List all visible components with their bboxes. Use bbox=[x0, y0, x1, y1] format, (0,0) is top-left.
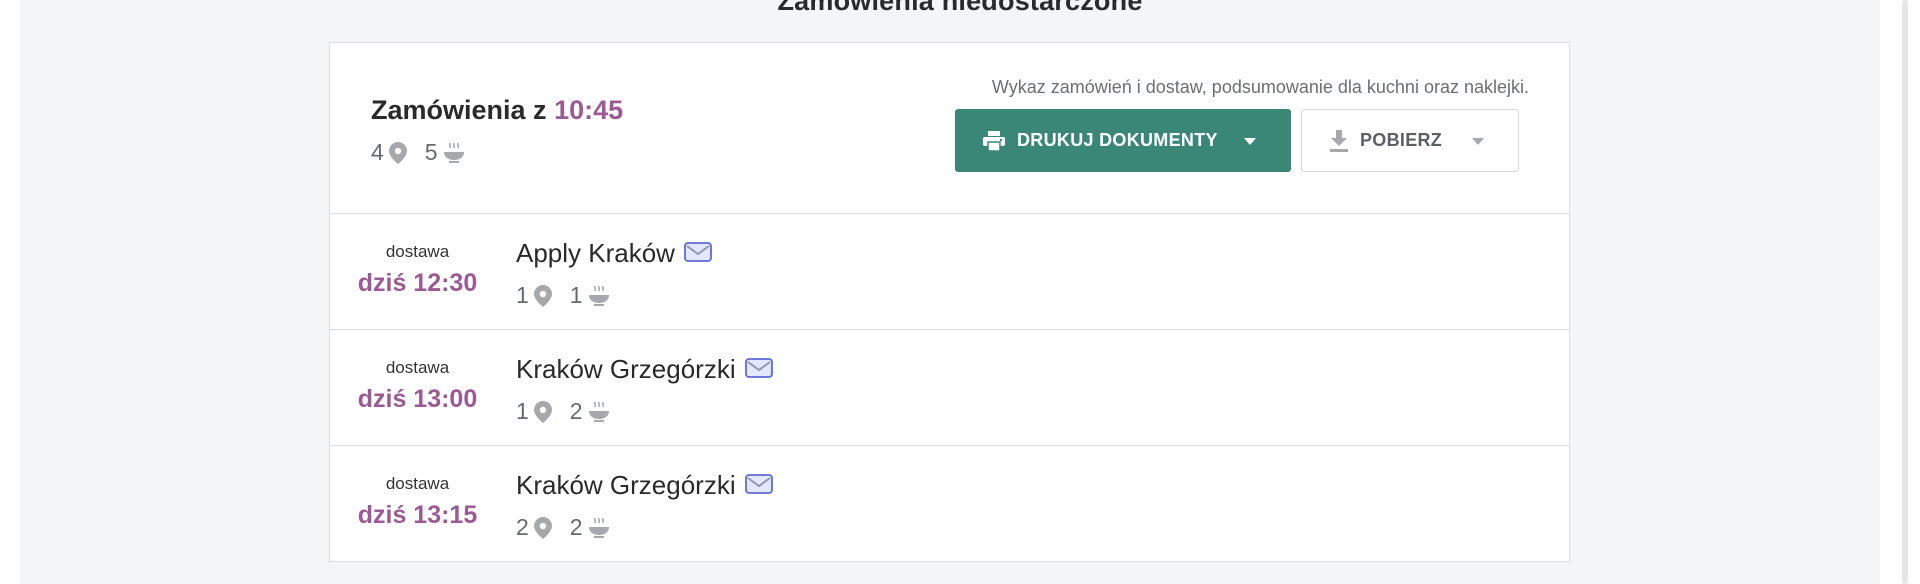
locations-count-value: 4 bbox=[371, 139, 384, 165]
dishes-count-value: 2 bbox=[569, 398, 583, 424]
order-type: dostawa bbox=[385, 358, 450, 377]
envelope-icon[interactable] bbox=[744, 354, 773, 385]
summary-description: Wykaz zamówień i dostaw, podsumowanie dl… bbox=[991, 77, 1529, 97]
summary-counts: 4 5 bbox=[371, 139, 483, 166]
caret-down-icon[interactable] bbox=[1243, 130, 1256, 151]
map-pin-icon bbox=[533, 516, 552, 539]
envelope-icon[interactable] bbox=[684, 238, 712, 269]
dishes-count: 2 bbox=[570, 398, 610, 425]
order-time: dziś 13:00 bbox=[357, 385, 478, 413]
order-delivery-info: dostawa dziś 13:00 bbox=[330, 358, 505, 414]
dishes-count-value: 5 bbox=[424, 139, 438, 165]
scrollbar-track[interactable] bbox=[1902, 0, 1908, 584]
bowl-icon bbox=[443, 142, 465, 164]
print-documents-button[interactable]: DRUKUJ DOKUMENTY bbox=[955, 109, 1291, 172]
bowl-icon bbox=[588, 517, 610, 539]
envelope-icon[interactable] bbox=[744, 470, 773, 501]
bowl-icon bbox=[588, 401, 610, 423]
order-customer-name: Kraków Grzegórzki bbox=[516, 354, 736, 384]
order-customer: Apply Kraków bbox=[516, 238, 712, 269]
order-customer: Kraków Grzegórzki bbox=[516, 470, 773, 501]
orders-summary-header: Zamówienia z 10:45 4 5 Wykaz zamówień i … bbox=[330, 43, 1569, 214]
locations-count-value: 2 bbox=[516, 514, 529, 540]
order-row[interactable]: dostawa dziś 13:15 Kraków Grzegórzki 2 2 bbox=[330, 446, 1569, 562]
locations-count-value: 1 bbox=[516, 282, 529, 308]
order-row[interactable]: dostawa dziś 12:30 Apply Kraków 1 1 bbox=[330, 214, 1569, 330]
download-icon bbox=[1330, 129, 1348, 152]
dishes-count: 2 bbox=[570, 514, 610, 541]
order-type: dostawa bbox=[385, 474, 450, 493]
order-row[interactable]: dostawa dziś 13:00 Kraków Grzegórzki 1 2 bbox=[330, 330, 1569, 446]
order-delivery-info: dostawa dziś 13:15 bbox=[330, 474, 505, 530]
order-delivery-info: dostawa dziś 12:30 bbox=[330, 242, 505, 298]
map-pin-icon bbox=[533, 284, 552, 307]
order-time: dziś 13:15 bbox=[357, 501, 478, 529]
order-type: dostawa bbox=[385, 242, 450, 261]
orders-panel: Zamówienia z 10:45 4 5 Wykaz zamówień i … bbox=[329, 42, 1570, 562]
caret-down-icon[interactable] bbox=[1472, 130, 1485, 151]
dishes-count-value: 2 bbox=[569, 514, 583, 540]
order-counts: 1 2 bbox=[516, 398, 628, 425]
download-button[interactable]: POBIERZ bbox=[1301, 109, 1519, 172]
locations-count: 4 bbox=[371, 139, 407, 166]
order-customer-name: Apply Kraków bbox=[516, 238, 675, 268]
summary-title-time: 10:45 bbox=[554, 95, 624, 125]
locations-count-value: 1 bbox=[516, 398, 529, 424]
section-title: Zamówienia niedostarczone bbox=[777, 0, 1143, 16]
map-pin-icon bbox=[533, 400, 552, 423]
print-documents-label: DRUKUJ DOKUMENTY bbox=[1017, 130, 1218, 150]
locations-count: 1 bbox=[516, 282, 552, 309]
dishes-count-value: 1 bbox=[569, 282, 583, 308]
order-counts: 1 1 bbox=[516, 282, 628, 309]
download-label: POBIERZ bbox=[1360, 130, 1443, 150]
order-counts: 2 2 bbox=[516, 514, 628, 541]
summary-title-prefix: Zamówienia z bbox=[371, 95, 547, 125]
order-time: dziś 12:30 bbox=[357, 269, 478, 297]
dishes-count: 5 bbox=[425, 139, 465, 166]
printer-icon bbox=[983, 130, 1005, 151]
locations-count: 1 bbox=[516, 398, 552, 425]
right-gutter bbox=[1880, 0, 1920, 584]
map-pin-icon bbox=[388, 141, 407, 164]
dishes-count: 1 bbox=[570, 282, 610, 309]
order-customer: Kraków Grzegórzki bbox=[516, 354, 773, 385]
order-customer-name: Kraków Grzegórzki bbox=[516, 470, 736, 500]
locations-count: 2 bbox=[516, 514, 552, 541]
bowl-icon bbox=[588, 285, 610, 307]
summary-title: Zamówienia z 10:45 bbox=[371, 95, 623, 126]
